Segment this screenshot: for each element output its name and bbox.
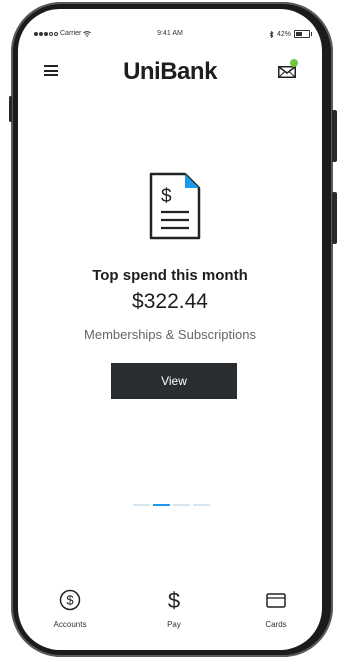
card-icon	[266, 593, 286, 608]
battery-icon	[294, 30, 312, 38]
battery-percent: 42%	[276, 30, 291, 38]
spend-category: Memberships & Subscriptions	[84, 327, 256, 342]
tab-accounts-label: Accounts	[53, 620, 87, 629]
svg-text:$: $	[161, 186, 172, 207]
dollar-icon: $	[168, 588, 180, 613]
notification-badge	[290, 59, 298, 67]
tab-accounts[interactable]: $ Accounts	[40, 589, 100, 629]
mute-switch	[9, 96, 12, 122]
volume-up-button	[332, 110, 337, 162]
dollar-circle-icon: $	[59, 589, 81, 611]
mail-icon[interactable]	[278, 66, 296, 78]
svg-text:$: $	[66, 593, 74, 608]
document-icon: $	[149, 172, 201, 240]
spend-title: Top spend this month	[92, 267, 248, 284]
bluetooth-icon	[269, 30, 274, 38]
app-logo: UniBank	[123, 58, 217, 85]
page-dot[interactable]	[133, 504, 150, 506]
app-screen: Carrier 9:41 AM 42% UniBank $ Top spend …	[18, 9, 322, 650]
page-dot[interactable]	[193, 504, 210, 506]
svg-text:$: $	[168, 589, 180, 611]
page-dot[interactable]	[173, 504, 190, 506]
view-button[interactable]: View	[111, 363, 237, 399]
page-indicator[interactable]	[133, 504, 210, 506]
status-bar: Carrier 9:41 AM 42%	[18, 30, 322, 42]
tab-cards-label: Cards	[265, 620, 287, 629]
spend-amount: $322.44	[132, 290, 208, 313]
page-dot-active[interactable]	[153, 504, 170, 506]
tab-cards[interactable]: Cards	[246, 589, 306, 629]
battery-status: 42%	[269, 30, 312, 38]
tab-pay-label: Pay	[167, 620, 181, 629]
tab-pay[interactable]: $ Pay	[144, 588, 204, 629]
volume-down-button	[332, 192, 337, 244]
